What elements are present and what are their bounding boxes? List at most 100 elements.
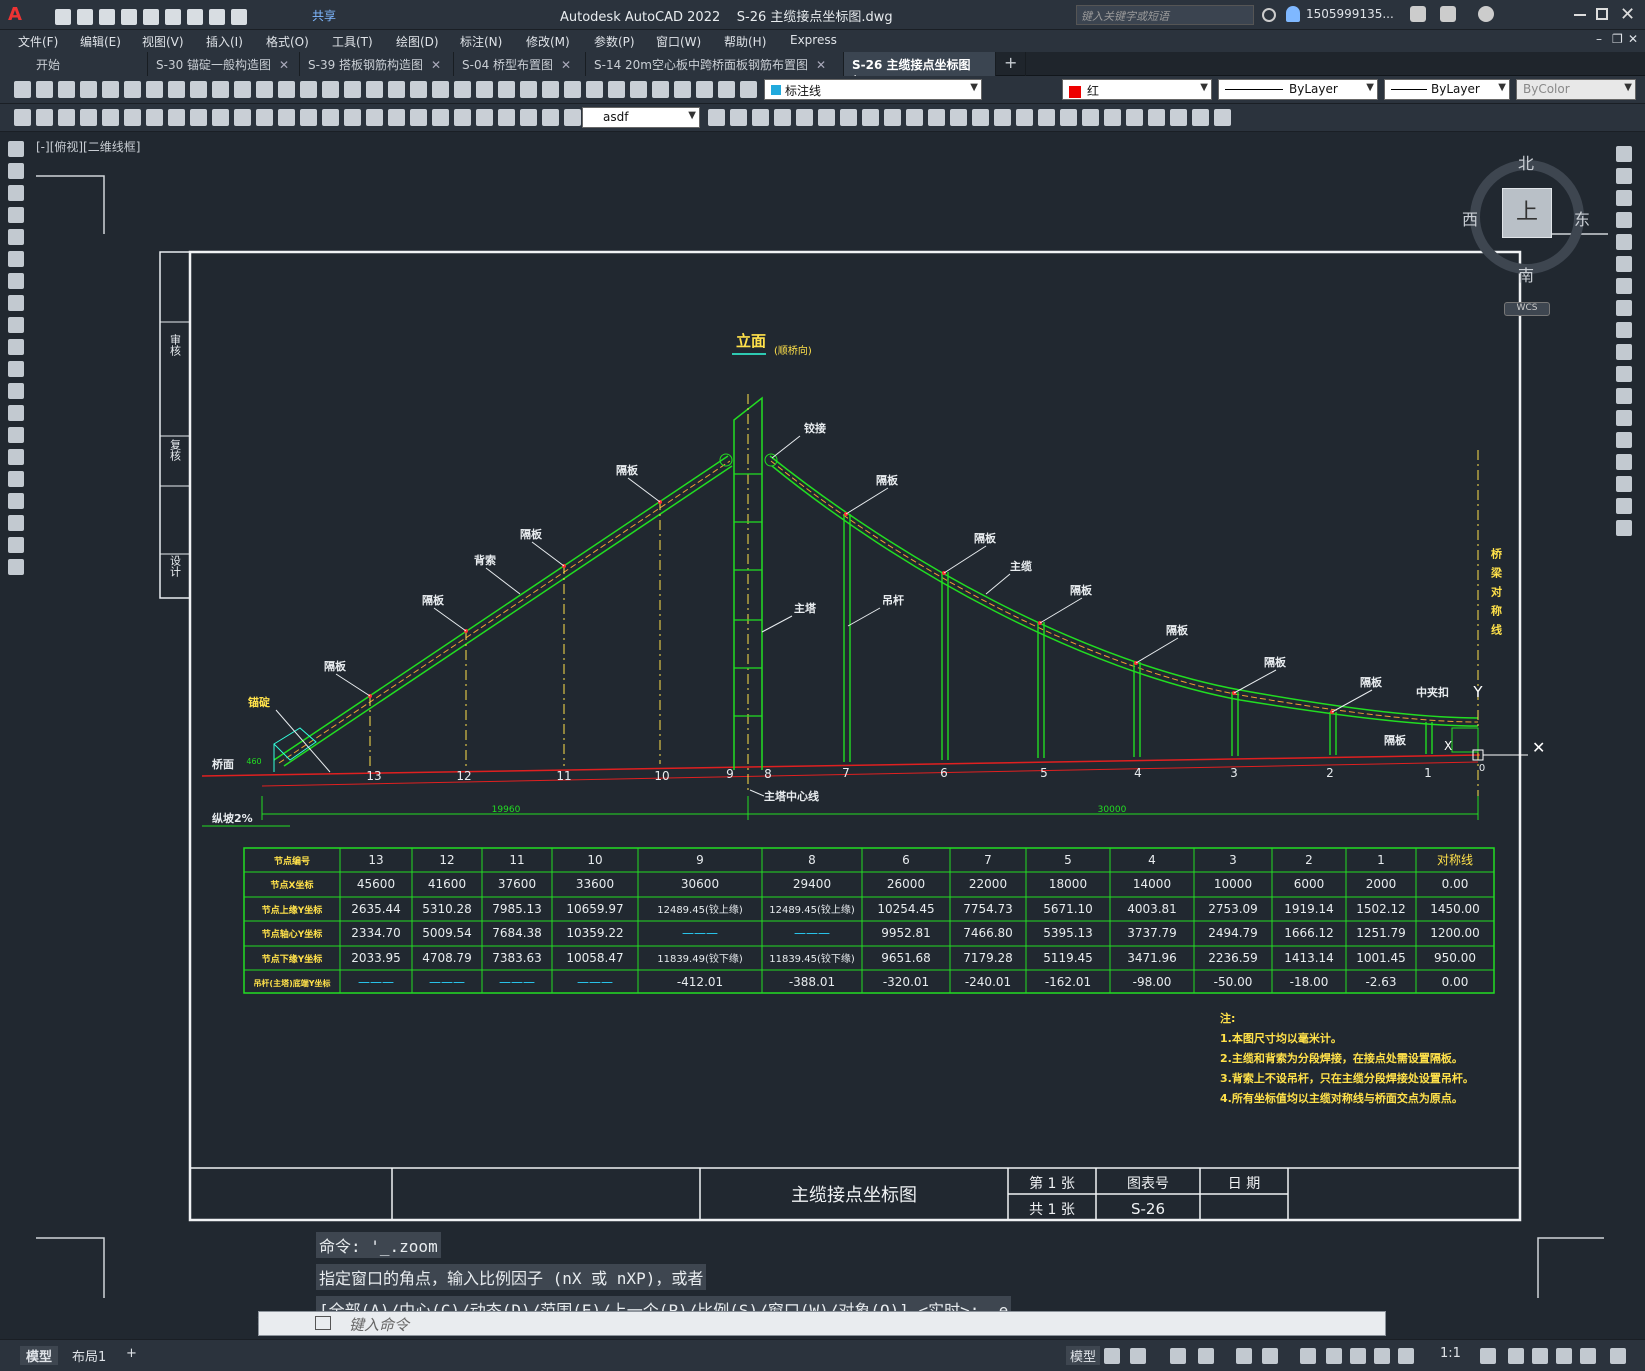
draw-tool-icon[interactable] bbox=[8, 163, 24, 179]
menu-item[interactable]: 编辑(E) bbox=[80, 33, 121, 50]
tool-icon[interactable] bbox=[652, 81, 669, 98]
search-input[interactable]: 键入关键字或短语 bbox=[1076, 5, 1254, 25]
modify-tool-icon[interactable] bbox=[1616, 278, 1632, 294]
tool-icon[interactable] bbox=[234, 81, 251, 98]
menu-item[interactable]: 文件(F) bbox=[18, 33, 58, 50]
tool-icon[interactable] bbox=[58, 109, 75, 126]
draw-tool-icon[interactable] bbox=[8, 317, 24, 333]
color-combo[interactable]: 红 ▼ bbox=[1062, 79, 1212, 100]
tool-icon[interactable] bbox=[124, 81, 141, 98]
modify-tool-icon[interactable] bbox=[1616, 476, 1632, 492]
modify-tool-icon[interactable] bbox=[1616, 410, 1632, 426]
doc-close-icon[interactable]: ✕ bbox=[1628, 32, 1638, 46]
draw-tool-icon[interactable] bbox=[8, 427, 24, 443]
user-name[interactable]: 1505999135... bbox=[1306, 7, 1394, 21]
tool-icon[interactable] bbox=[256, 109, 273, 126]
maximize-icon[interactable] bbox=[1596, 8, 1608, 20]
tool-icon[interactable] bbox=[542, 81, 559, 98]
new-tab-button[interactable]: + bbox=[996, 52, 1026, 76]
tool-icon[interactable] bbox=[300, 109, 317, 126]
modify-tool-icon[interactable] bbox=[1616, 256, 1632, 272]
menu-item[interactable]: 插入(I) bbox=[206, 33, 243, 50]
lineweight-combo[interactable]: ByLayer ▼ bbox=[1384, 79, 1510, 100]
viewcube-top-face[interactable]: 上 bbox=[1502, 188, 1552, 238]
tool-icon[interactable] bbox=[58, 81, 75, 98]
status-tool-icon[interactable] bbox=[1480, 1348, 1496, 1364]
tool-icon[interactable] bbox=[102, 81, 119, 98]
tool-icon[interactable] bbox=[520, 109, 537, 126]
tab-close-icon[interactable]: ✕ bbox=[431, 58, 441, 72]
status-tool-icon[interactable] bbox=[1170, 1348, 1186, 1364]
tool-icon[interactable] bbox=[1082, 109, 1099, 126]
tool-icon[interactable] bbox=[212, 81, 229, 98]
tool-icon[interactable] bbox=[36, 81, 53, 98]
modify-tool-icon[interactable] bbox=[1616, 366, 1632, 382]
tab-s04[interactable]: S-04 桥型布置图 ✕ bbox=[454, 52, 586, 76]
compass-south[interactable]: 南 bbox=[1518, 262, 1534, 286]
modify-tool-icon[interactable] bbox=[1616, 322, 1632, 338]
plotstyle-combo[interactable]: ByColor ▼ bbox=[1516, 79, 1636, 100]
tool-icon[interactable] bbox=[388, 81, 405, 98]
status-tool-icon[interactable] bbox=[1262, 1348, 1278, 1364]
modify-tool-icon[interactable] bbox=[1616, 454, 1632, 470]
modify-tool-icon[interactable] bbox=[1616, 388, 1632, 404]
tool-icon[interactable] bbox=[862, 109, 879, 126]
draw-tool-icon[interactable] bbox=[8, 339, 24, 355]
menu-item[interactable]: 窗口(W) bbox=[656, 33, 701, 50]
doc-restore-icon[interactable]: ❐ bbox=[1612, 32, 1623, 46]
tool-icon[interactable] bbox=[1214, 109, 1231, 126]
draw-tool-icon[interactable] bbox=[8, 405, 24, 421]
annotation-scale[interactable]: 1:1 bbox=[1440, 1346, 1461, 1361]
autodesk-a360-icon[interactable] bbox=[1440, 6, 1456, 22]
tool-icon[interactable] bbox=[322, 81, 339, 98]
tool-icon[interactable] bbox=[410, 81, 427, 98]
model-space-button[interactable]: 模型 bbox=[1066, 1346, 1101, 1365]
tool-icon[interactable] bbox=[190, 81, 207, 98]
tool-icon[interactable] bbox=[752, 109, 769, 126]
tool-icon[interactable] bbox=[608, 81, 625, 98]
tool-icon[interactable] bbox=[366, 109, 383, 126]
tool-icon[interactable] bbox=[564, 81, 581, 98]
tool-icon[interactable] bbox=[586, 81, 603, 98]
tool-icon[interactable] bbox=[1038, 109, 1055, 126]
status-tool-icon[interactable] bbox=[1300, 1348, 1316, 1364]
tool-icon[interactable] bbox=[708, 109, 725, 126]
draw-tool-icon[interactable] bbox=[8, 229, 24, 245]
menu-item[interactable]: 绘图(D) bbox=[396, 33, 439, 50]
tool-icon[interactable] bbox=[1016, 109, 1033, 126]
menu-item[interactable]: 工具(T) bbox=[332, 33, 373, 50]
draw-tool-icon[interactable] bbox=[8, 559, 24, 575]
modify-tool-icon[interactable] bbox=[1616, 300, 1632, 316]
status-tool-icon[interactable] bbox=[1508, 1348, 1524, 1364]
add-layout-button[interactable]: + bbox=[126, 1346, 137, 1361]
save-web-icon[interactable] bbox=[165, 8, 181, 25]
tool-icon[interactable] bbox=[476, 81, 493, 98]
search-icon[interactable] bbox=[1262, 8, 1276, 22]
tab-s14[interactable]: S-14 20m空心板中跨桥面板钢筋布置图 ✕ bbox=[586, 52, 844, 76]
tool-icon[interactable] bbox=[950, 109, 967, 126]
tool-icon[interactable] bbox=[432, 81, 449, 98]
doc-minimize-icon[interactable]: – bbox=[1596, 32, 1602, 46]
tool-icon[interactable] bbox=[212, 109, 229, 126]
tool-icon[interactable] bbox=[730, 109, 747, 126]
menu-item[interactable]: 标注(N) bbox=[460, 33, 502, 50]
tool-icon[interactable] bbox=[168, 109, 185, 126]
tool-icon[interactable] bbox=[972, 109, 989, 126]
draw-tool-icon[interactable] bbox=[8, 449, 24, 465]
wcs-menu[interactable]: WCS bbox=[1504, 302, 1550, 316]
command-input[interactable]: 键入命令 bbox=[258, 1311, 1386, 1336]
draw-tool-icon[interactable] bbox=[8, 537, 24, 553]
tool-icon[interactable] bbox=[630, 81, 647, 98]
draw-tool-icon[interactable] bbox=[8, 273, 24, 289]
status-tool-icon[interactable] bbox=[1104, 1348, 1120, 1364]
tool-icon[interactable] bbox=[388, 109, 405, 126]
tab-s26[interactable]: S-26 主缆接点坐标图*✕ bbox=[844, 52, 996, 87]
tool-icon[interactable] bbox=[1104, 109, 1121, 126]
help-icon[interactable] bbox=[1478, 6, 1494, 22]
tool-icon[interactable] bbox=[928, 109, 945, 126]
menu-item[interactable]: 参数(P) bbox=[594, 33, 635, 50]
tool-icon[interactable] bbox=[1060, 109, 1077, 126]
draw-tool-icon[interactable] bbox=[8, 207, 24, 223]
tool-icon[interactable] bbox=[796, 109, 813, 126]
tool-icon[interactable] bbox=[102, 109, 119, 126]
